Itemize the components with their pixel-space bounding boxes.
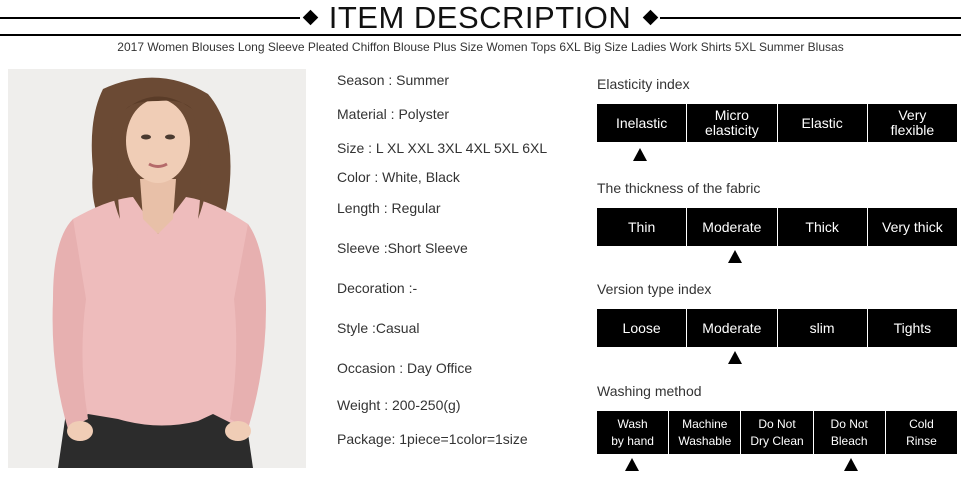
washing-title: Washing method — [597, 383, 702, 399]
spec-occasion: Occasion : Day Office — [337, 360, 473, 376]
spec-season: Season : Summer — [337, 72, 450, 88]
spec-color: Color : White, Black — [337, 169, 460, 185]
spec-size: Size : L XL XXL 3XL 4XL 5XL 6XL — [337, 140, 548, 156]
version-option: Tights — [866, 309, 957, 347]
elasticity-option: Micro elasticity — [686, 104, 776, 142]
elasticity-option: Inelastic — [615, 114, 668, 131]
selected-arrow-icon — [844, 458, 858, 471]
spec-style: Style :Casual — [337, 320, 420, 336]
spec-weight: Weight : 200-250(g) — [337, 397, 461, 413]
spec-sleeve: Sleeve :Short Sleeve — [337, 240, 468, 256]
thickness-option: Thick — [776, 208, 867, 246]
thickness-option: Thin — [628, 218, 656, 235]
version-title: Version type index — [597, 281, 712, 297]
washing-option: Machine Washable — [668, 411, 740, 454]
washing-option: Wash by hand — [611, 416, 654, 448]
thickness-title: The thickness of the fabric — [597, 180, 761, 196]
selected-arrow-icon — [625, 458, 639, 471]
model-illustration — [8, 69, 306, 468]
product-photo — [8, 69, 306, 468]
header-rule-right — [660, 17, 961, 19]
selected-arrow-icon — [633, 148, 647, 161]
version-option: Loose — [622, 319, 661, 336]
washing-option: Do Not Bleach — [812, 411, 885, 454]
elasticity-option: Elastic — [776, 104, 867, 142]
elasticity-title: Elasticity index — [597, 76, 690, 92]
thickness-option: Moderate — [686, 208, 776, 246]
selected-arrow-icon — [728, 250, 742, 263]
washing-option: Cold Rinse — [884, 411, 957, 454]
elasticity-option: Very flexible — [866, 104, 957, 142]
header-rule-left — [0, 17, 300, 19]
selected-arrow-icon — [728, 351, 742, 364]
spec-package: Package: 1piece=1color=1size — [337, 431, 528, 447]
spec-length: Length : Regular — [337, 200, 441, 216]
diamond-icon — [302, 9, 319, 26]
product-title: 2017 Women Blouses Long Sleeve Pleated C… — [117, 40, 844, 54]
thickness-option: Very thick — [866, 208, 957, 246]
version-scale: Loose Moderate slim Tights — [597, 309, 957, 347]
version-option: Moderate — [686, 309, 776, 347]
header-bar — [0, 34, 961, 36]
washing-option: Do Not Dry Clean — [740, 411, 812, 454]
spec-decoration: Decoration :- — [337, 280, 418, 296]
version-option: slim — [776, 309, 867, 347]
diamond-icon — [642, 9, 659, 26]
thickness-scale: Thin Moderate Thick Very thick — [597, 208, 957, 246]
elasticity-scale: Inelastic Micro elasticity Elastic Very fl… — [597, 104, 957, 142]
page-title: ITEM DESCRIPTION — [328, 0, 632, 35]
spec-material: Material : Polyster — [337, 106, 450, 122]
washing-scale: Wash by hand Machine Washable Do Not Dry Cl… — [597, 411, 957, 454]
